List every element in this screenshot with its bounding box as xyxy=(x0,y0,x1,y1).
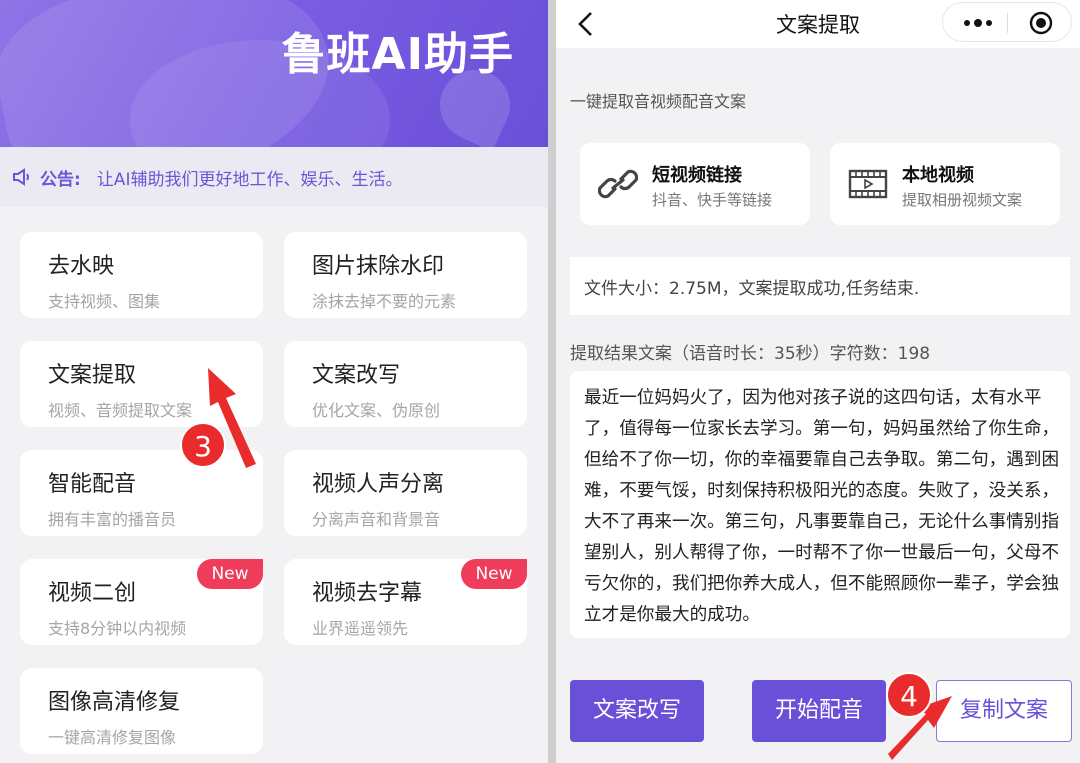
step-marker-4: 4 xyxy=(886,672,932,718)
film-icon xyxy=(848,169,888,199)
panel-divider xyxy=(548,0,556,763)
tool-title: 图片抹除水印 xyxy=(312,254,445,279)
announcement-text: 让AI辅助我们更好地工作、娱乐、生活。 xyxy=(96,169,403,190)
tool-title: 图像高清修复 xyxy=(48,690,181,715)
step-marker-3: 3 xyxy=(180,422,226,468)
source-subtitle: 抖音、快手等链接 xyxy=(652,191,773,209)
more-dots-icon[interactable] xyxy=(963,19,993,27)
link-icon xyxy=(598,169,638,199)
app-title: 鲁班AI助手 xyxy=(281,29,514,80)
source-title: 短视频链接 xyxy=(652,165,742,186)
tool-card-subtitle-removal[interactable]: 视频去字幕 业界遥遥领先 New xyxy=(284,559,527,645)
extract-status: 文件大小：2.75M，文案提取成功,任务结束. xyxy=(570,257,1070,315)
extract-panel: 文案提取 一键提取音视频配音文案 短视频链接 抖音、快手等链接 本地视频 提取相… xyxy=(556,0,1080,763)
source-title: 本地视频 xyxy=(902,165,974,186)
new-badge: New xyxy=(461,559,527,589)
source-short-video-link[interactable]: 短视频链接 抖音、快手等链接 xyxy=(580,143,810,225)
result-label: 提取结果文案（语音时长：35秒）字符数：198 xyxy=(570,344,931,364)
result-text: 最近一位妈妈火了，因为他对孩子说的这四句话，太有水平了，值得每一位家长去学习。第… xyxy=(570,371,1070,638)
home-panel: 鲁班AI助手 公告: 让AI辅助我们更好地工作、娱乐、生活。 去水映 支持视频、… xyxy=(0,0,548,763)
tool-subtitle: 分离声音和背景音 xyxy=(312,510,441,529)
close-target-icon[interactable] xyxy=(1029,11,1053,35)
tool-subtitle: 一键高清修复图像 xyxy=(48,728,177,747)
tool-subtitle: 支持8分钟以内视频 xyxy=(48,619,187,638)
announcement-bar: 公告: 让AI辅助我们更好地工作、娱乐、生活。 xyxy=(0,147,548,207)
banner: 鲁班AI助手 xyxy=(0,0,548,147)
tool-subtitle: 拥有丰富的播音员 xyxy=(48,510,177,529)
source-subtitle: 提取相册视频文案 xyxy=(902,191,1023,209)
tool-title: 文案改写 xyxy=(312,363,401,388)
copy-text-button[interactable]: 复制文案 xyxy=(936,680,1072,742)
source-local-video[interactable]: 本地视频 提取相册视频文案 xyxy=(830,143,1060,225)
tool-card-video-remix[interactable]: 视频二创 支持8分钟以内视频 New xyxy=(20,559,263,645)
tool-card-image-erase[interactable]: 图片抹除水印 涂抹去掉不要的元素 xyxy=(284,232,527,318)
tool-subtitle: 优化文案、伪原创 xyxy=(312,401,441,420)
tool-card-remove-watermark[interactable]: 去水映 支持视频、图集 xyxy=(20,232,263,318)
tool-subtitle: 支持视频、图集 xyxy=(48,292,161,311)
tool-card-vocal-separation[interactable]: 视频人声分离 分离声音和背景音 xyxy=(284,450,527,536)
speaker-icon xyxy=(13,168,29,186)
tool-subtitle: 涂抹去掉不要的元素 xyxy=(312,292,457,311)
tool-card-image-restore[interactable]: 图像高清修复 一键高清修复图像 xyxy=(20,668,263,754)
tool-title: 去水映 xyxy=(48,254,115,279)
feature-tip: 一键提取音视频配音文案 xyxy=(570,92,747,111)
start-dubbing-button[interactable]: 开始配音 xyxy=(752,680,886,742)
miniprogram-capsule xyxy=(942,2,1072,42)
rewrite-button[interactable]: 文案改写 xyxy=(570,680,704,742)
tool-title: 视频人声分离 xyxy=(312,472,445,497)
announcement-label: 公告: xyxy=(40,169,81,190)
new-badge: New xyxy=(197,559,263,589)
tool-title: 智能配音 xyxy=(48,472,137,497)
tool-card-text-rewrite[interactable]: 文案改写 优化文案、伪原创 xyxy=(284,341,527,427)
nav-bar: 文案提取 xyxy=(556,0,1080,48)
tool-subtitle: 业界遥遥领先 xyxy=(312,619,409,638)
